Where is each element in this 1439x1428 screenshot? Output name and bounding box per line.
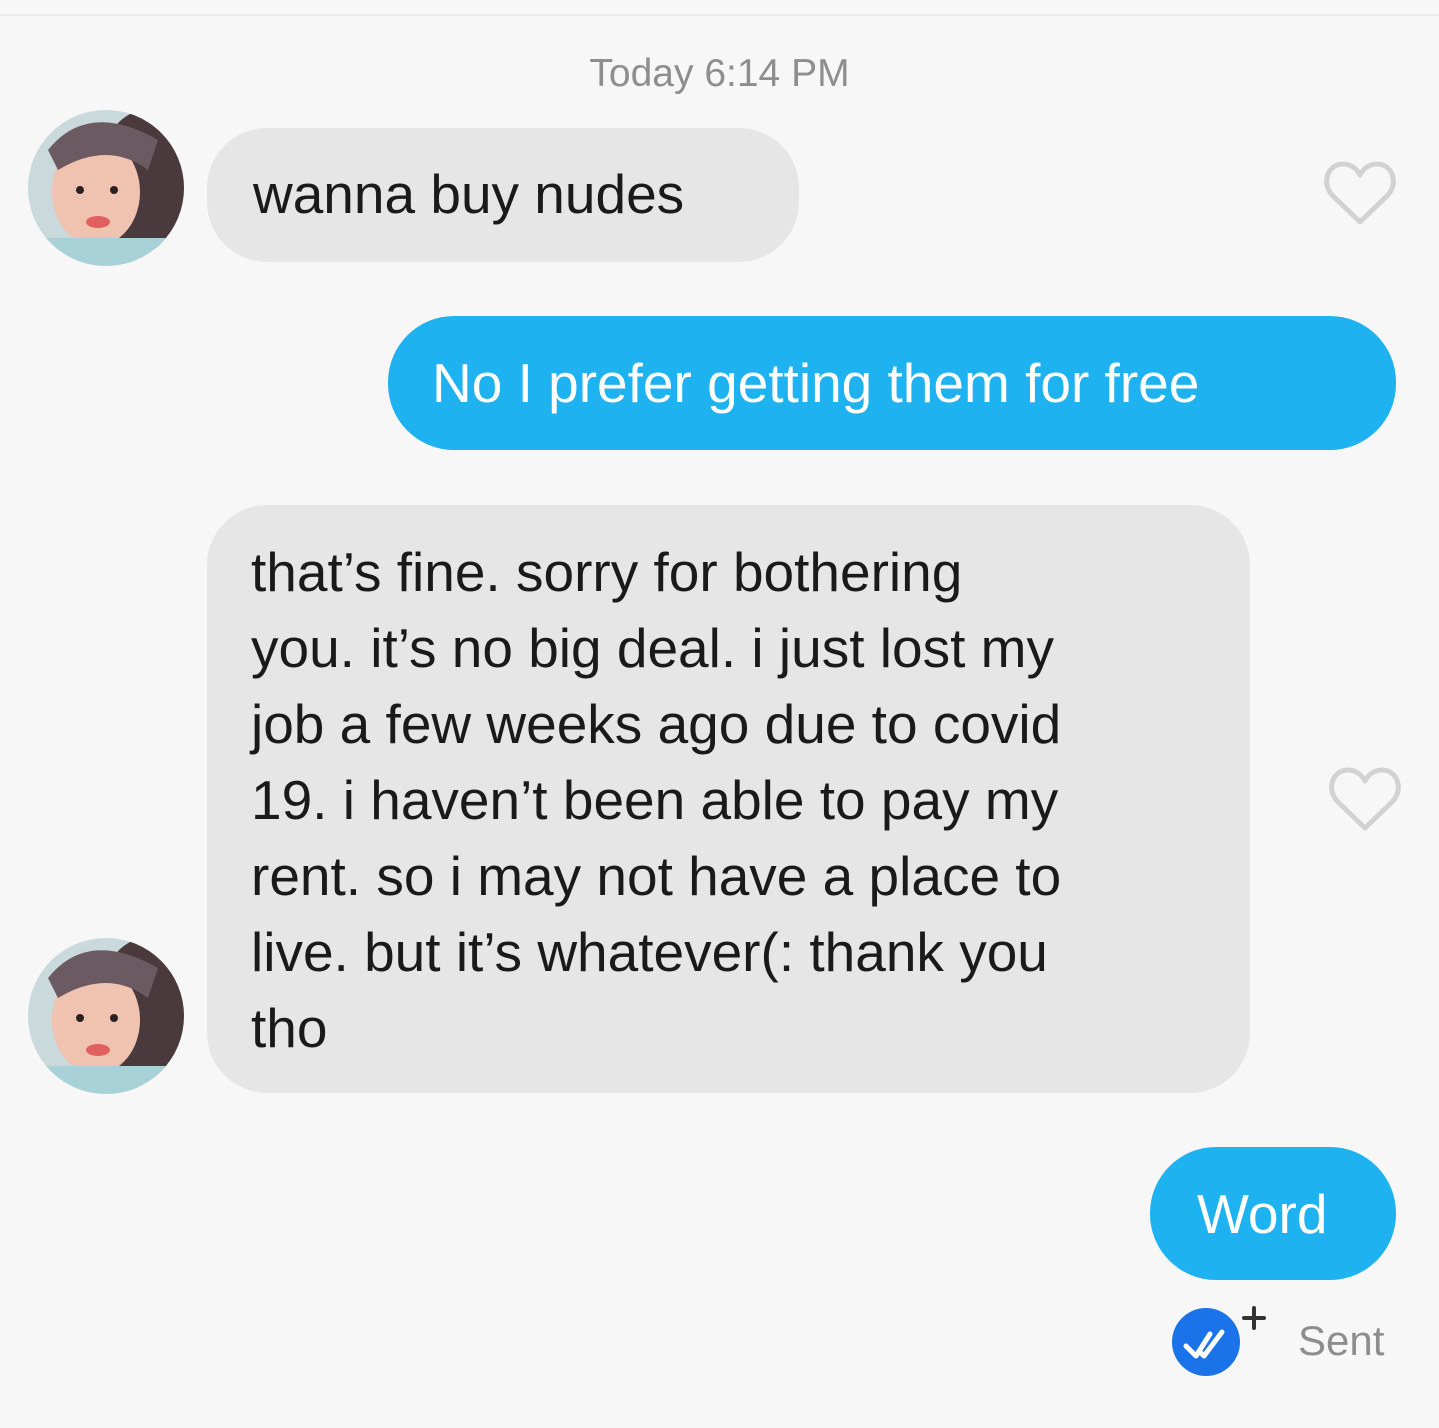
outgoing-message[interactable]: No I prefer getting them for free bbox=[388, 316, 1396, 450]
message-line: job a few weeks ago due to covid bbox=[251, 693, 1062, 755]
message-line: that’s fine. sorry for bothering bbox=[251, 541, 963, 603]
header-divider bbox=[0, 14, 1439, 16]
message-text: Word bbox=[1197, 1183, 1328, 1245]
contact-avatar[interactable] bbox=[28, 110, 184, 266]
contact-avatar[interactable] bbox=[28, 938, 184, 1094]
message-line: 19. i haven’t been able to pay my bbox=[251, 769, 1059, 831]
message-status: Sent bbox=[1298, 1317, 1385, 1364]
message-text: wanna buy nudes bbox=[253, 163, 685, 225]
conversation-timestamp: Today 6:14 PM bbox=[589, 52, 850, 95]
heart-outline-icon[interactable] bbox=[1323, 160, 1397, 226]
outgoing-message[interactable]: Word bbox=[1150, 1147, 1396, 1280]
incoming-message[interactable]: wanna buy nudes bbox=[207, 128, 799, 262]
double-check-icon bbox=[1172, 1306, 1266, 1376]
message-line: you. it’s no big deal. i just lost my bbox=[251, 617, 1054, 679]
message-line: tho bbox=[251, 997, 328, 1059]
message-text: No I prefer getting them for free bbox=[432, 352, 1200, 414]
chat-screen: Today 6:14 PM wanna buy nudes No I prefe… bbox=[0, 0, 1439, 1428]
message-line: live. but it’s whatever(: thank you bbox=[251, 921, 1048, 983]
incoming-message[interactable]: that’s fine. sorry for bothering you. it… bbox=[207, 505, 1250, 1093]
message-line: rent. so i may not have a place to bbox=[251, 845, 1062, 907]
heart-outline-icon[interactable] bbox=[1328, 766, 1402, 832]
